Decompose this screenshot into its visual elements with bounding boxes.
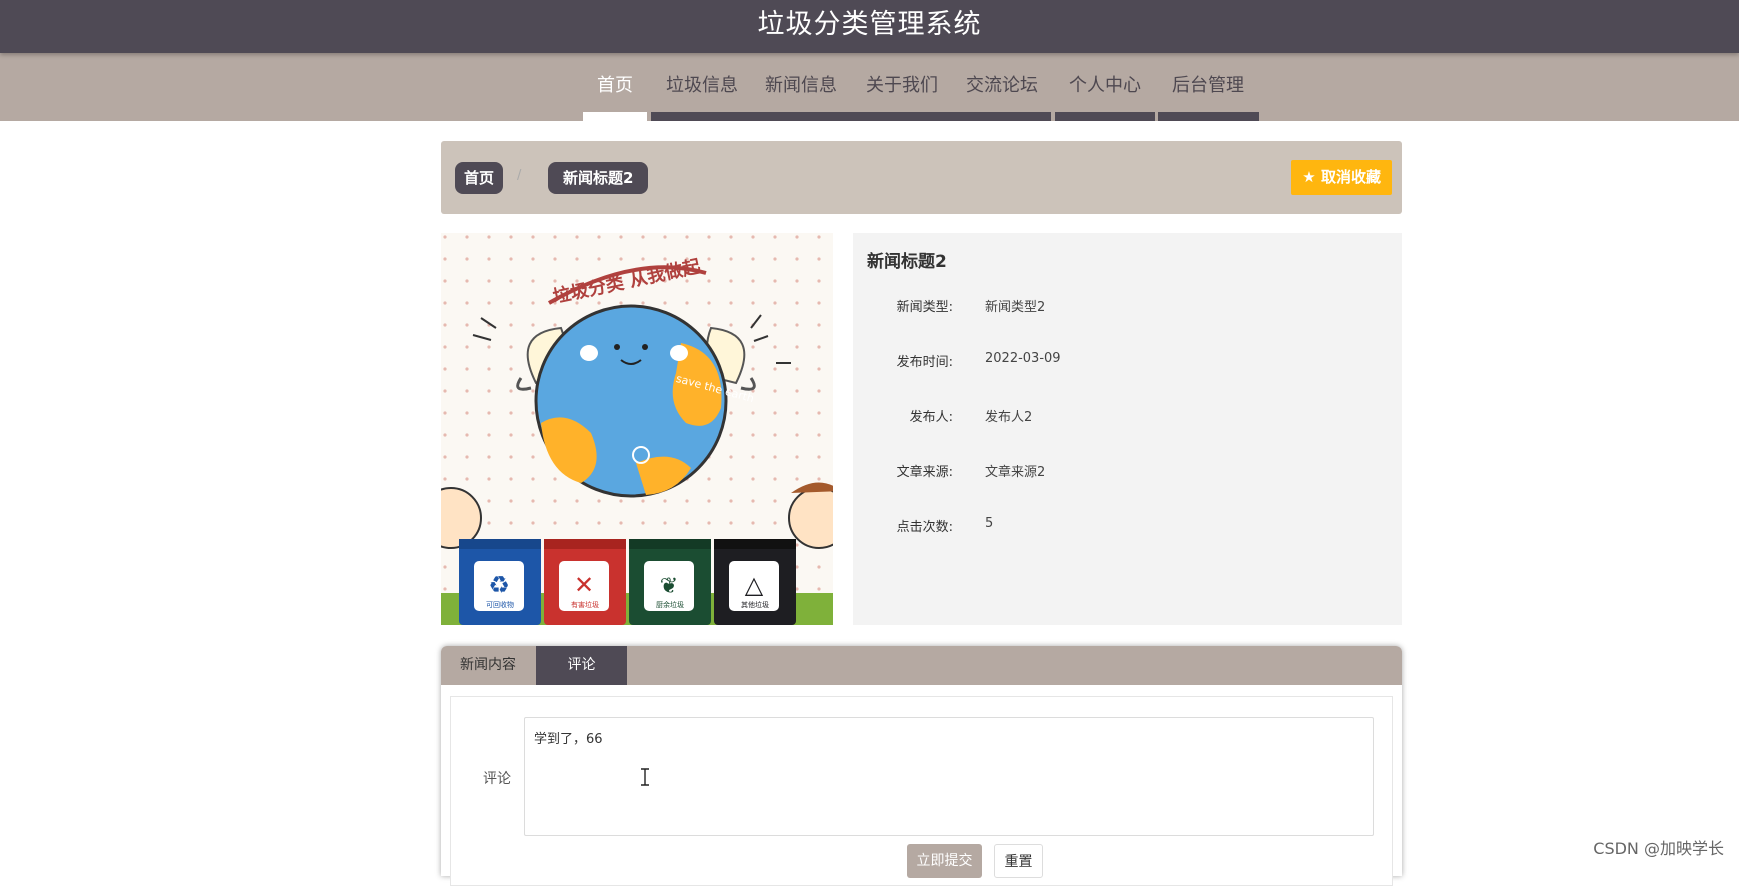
unfavorite-label: 取消收藏 (1320, 168, 1381, 186)
submit-button[interactable]: 立即提交 (907, 844, 982, 878)
news-detail-panel: 新闻标题2 新闻类型: 新闻类型2 发布时间: 2022-03-09 发布人: … (853, 233, 1402, 625)
detail-value: 文章来源2 (985, 465, 1046, 480)
top-header: 垃圾分类管理系统 (0, 0, 1739, 53)
nav-hover-strip (1055, 112, 1155, 121)
tab-bar: 新闻内容 评论 (441, 646, 1402, 685)
bin-label-recyclable: 可回收物 (486, 600, 514, 609)
detail-label: 文章来源: (896, 465, 953, 480)
nav-item-about-us[interactable]: 关于我们 (866, 71, 938, 97)
breadcrumb-current[interactable]: 新闻标题2 (548, 162, 649, 194)
svg-text:❦: ❦ (660, 574, 678, 599)
nav-item-news-info[interactable]: 新闻信息 (765, 71, 837, 97)
detail-label: 新闻类型: (896, 300, 953, 315)
nav-active-indicator (583, 112, 647, 121)
detail-value: 2022-03-09 (985, 351, 1061, 366)
comment-label: 评论 (483, 771, 511, 787)
nav-item-garbage-info[interactable]: 垃圾信息 (666, 71, 738, 97)
detail-value: 新闻类型2 (985, 300, 1046, 315)
detail-value: 5 (985, 516, 994, 531)
detail-row-type: 新闻类型: 新闻类型2 (853, 296, 1402, 316)
watermark: CSDN @加映学长 (1593, 839, 1724, 858)
detail-label: 发布时间: (896, 355, 953, 370)
breadcrumb: 首页 / 新闻标题2 ★ 取消收藏 (441, 141, 1402, 214)
detail-label: 点击次数: (896, 520, 953, 535)
svg-text:♻: ♻ (488, 571, 510, 599)
nav-hover-strip (1158, 112, 1259, 121)
tab-news-content[interactable]: 新闻内容 (441, 646, 535, 685)
reset-button[interactable]: 重置 (994, 844, 1043, 878)
detail-row-publish-time: 发布时间: 2022-03-09 (853, 351, 1402, 371)
comment-textarea[interactable]: 学到了，66 (524, 717, 1374, 836)
detail-row-publisher: 发布人: 发布人2 (853, 406, 1402, 426)
nav-hover-strip (651, 112, 1051, 121)
star-icon: ★ (1302, 168, 1316, 186)
breadcrumb-separator: / (517, 168, 522, 183)
news-title: 新闻标题2 (867, 252, 947, 272)
content-tabs-card: 新闻内容 评论 评论 学到了，66 (441, 646, 1402, 886)
news-image: 垃圾分类 从我做起 save the earth ♻ 可回收物 ✕ 有害垃圾 ❦… (441, 233, 833, 625)
tab-comments[interactable]: 评论 (536, 646, 627, 685)
bin-label-kitchen: 厨余垃圾 (656, 600, 684, 609)
text-cursor-icon (641, 768, 649, 786)
svg-text:✕: ✕ (574, 571, 594, 599)
breadcrumb-home[interactable]: 首页 (455, 162, 504, 194)
bin-label-other: 其他垃圾 (741, 600, 769, 609)
bin-label-hazardous: 有害垃圾 (571, 600, 599, 609)
detail-value: 发布人2 (985, 410, 1033, 425)
nav-item-forum[interactable]: 交流论坛 (966, 71, 1038, 97)
svg-text:△: △ (745, 571, 764, 599)
detail-row-clicks: 点击次数: 5 (853, 516, 1402, 536)
unfavorite-button[interactable]: ★ 取消收藏 (1291, 160, 1392, 195)
nav-item-personal-center[interactable]: 个人中心 (1069, 71, 1141, 97)
garbage-sorting-illustration: 垃圾分类 从我做起 save the earth ♻ 可回收物 ✕ 有害垃圾 ❦… (441, 233, 833, 625)
site-title: 垃圾分类管理系统 (757, 9, 982, 40)
nav-item-admin[interactable]: 后台管理 (1172, 71, 1244, 97)
detail-label: 发布人: (909, 410, 953, 425)
main-nav: 首页 垃圾信息 新闻信息 关于我们 交流论坛 个人中心 后台管理 (0, 53, 1739, 121)
detail-row-source: 文章来源: 文章来源2 (853, 461, 1402, 481)
nav-item-home[interactable]: 首页 (597, 71, 633, 97)
